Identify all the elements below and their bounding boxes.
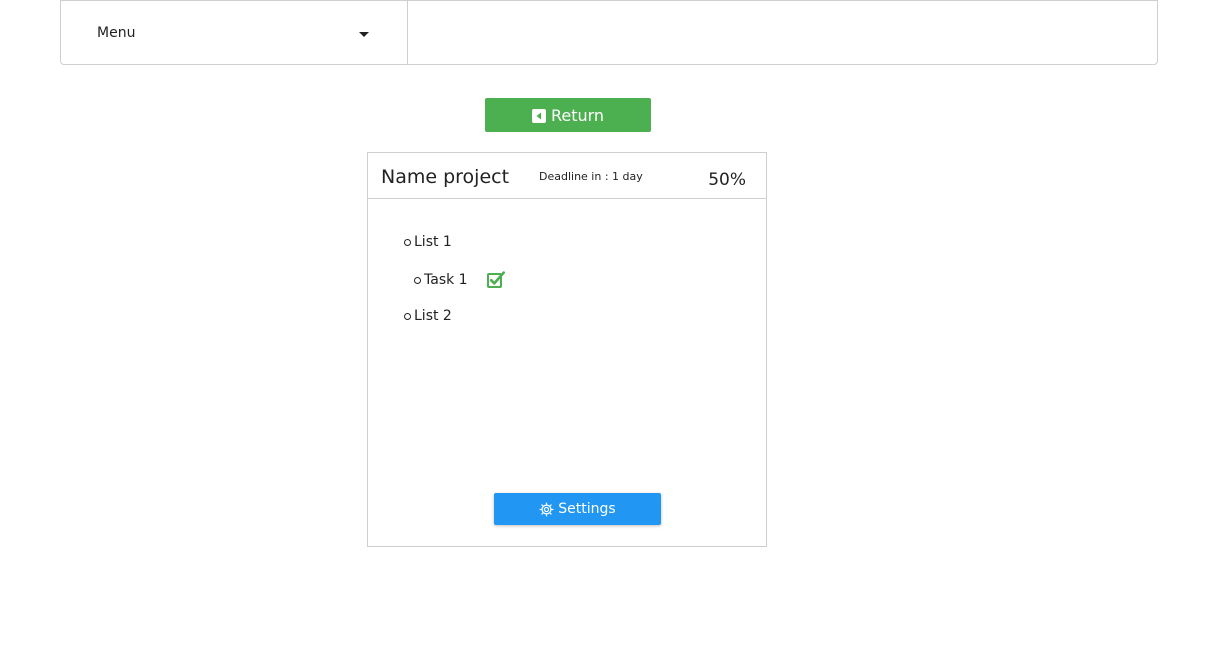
list-item-label: List 2: [414, 308, 452, 324]
progress-percent: 50%: [708, 170, 746, 190]
check-square-icon[interactable]: [486, 270, 506, 290]
caret-down-icon: [359, 32, 369, 37]
return-button-label: Return: [550, 105, 605, 125]
settings-button[interactable]: Settings: [494, 493, 661, 525]
list-item-list-1[interactable]: List 1: [404, 234, 452, 250]
list-item-list-2[interactable]: List 2: [404, 308, 452, 324]
task-item-label: Task 1: [424, 272, 468, 288]
task-item-task-1[interactable]: Task 1: [414, 270, 506, 290]
bullet-icon: [414, 276, 421, 284]
top-navigation-empty-area: [408, 1, 1157, 64]
project-card: Name project Deadline in : 1 day 50% Lis…: [367, 152, 767, 547]
menu-dropdown[interactable]: Menu: [61, 1, 408, 64]
gear-icon: [539, 502, 554, 517]
bullet-icon: [404, 238, 411, 246]
return-button[interactable]: Return: [485, 98, 651, 132]
deadline-label: Deadline in : 1 day: [539, 170, 643, 183]
menu-label: Menu: [97, 24, 136, 41]
caret-left-square-icon: [531, 108, 546, 123]
bullet-icon: [404, 312, 411, 320]
project-card-header: Name project Deadline in : 1 day 50%: [368, 153, 766, 199]
list-item-label: List 1: [414, 234, 452, 250]
project-title: Name project: [381, 166, 510, 188]
settings-button-label: Settings: [558, 501, 616, 517]
top-navigation-bar: Menu: [60, 0, 1158, 65]
